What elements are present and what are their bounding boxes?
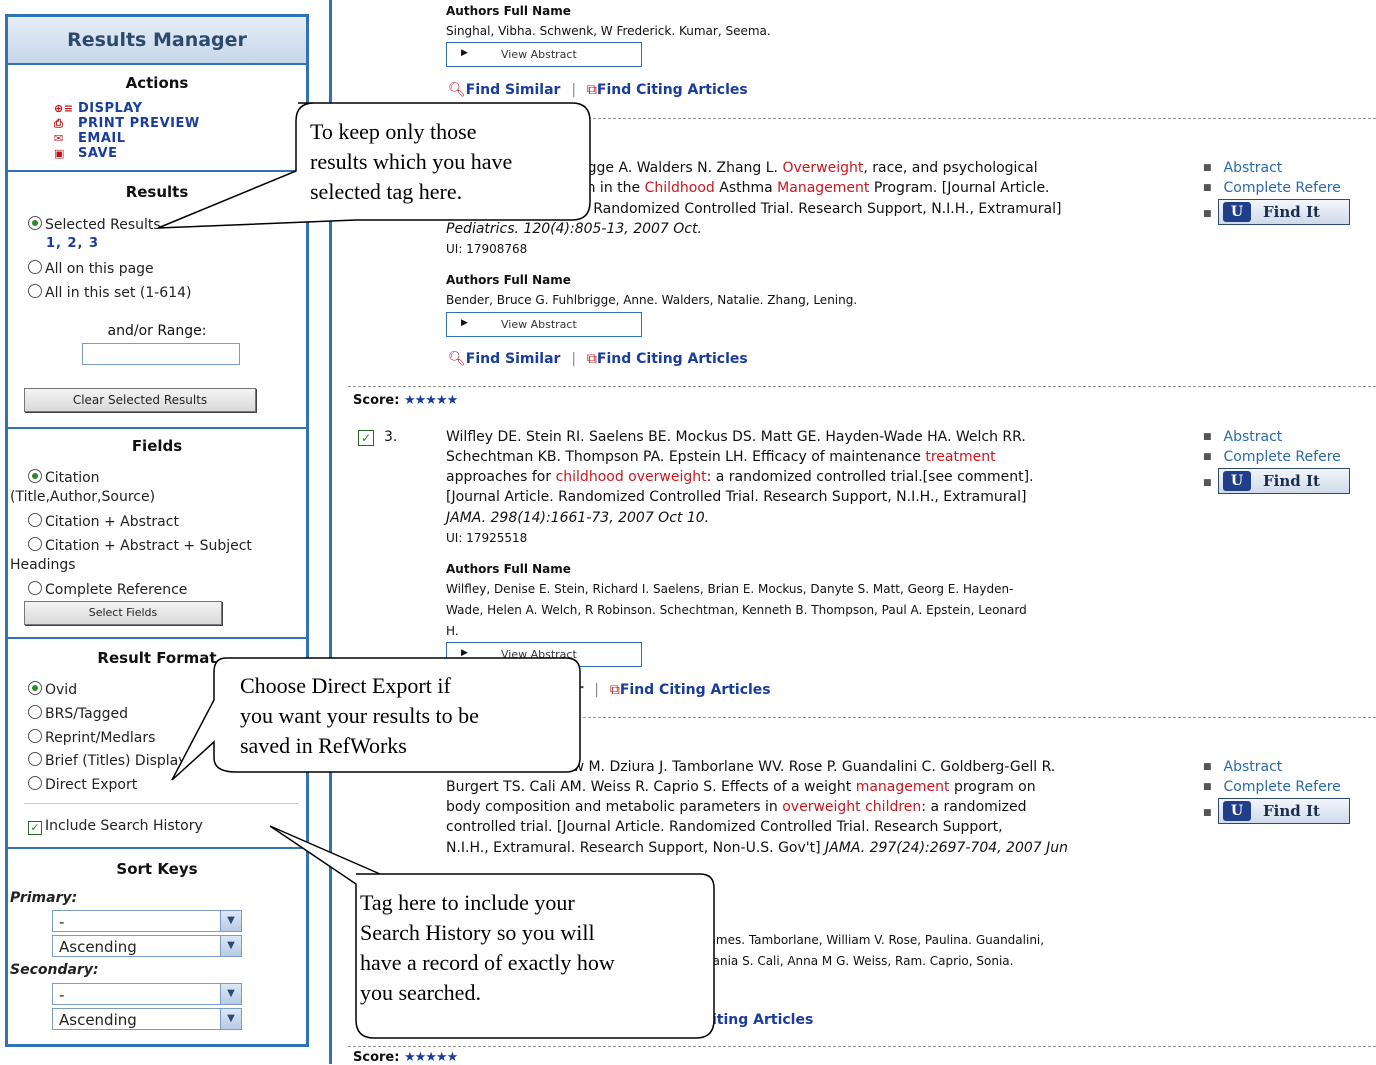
callout-text-search-history: Tag here to include your Search History … bbox=[360, 888, 615, 1008]
callout-line: results which you have bbox=[310, 149, 513, 174]
callout-shapes bbox=[157, 102, 715, 1039]
callout-text-tag-selected: To keep only those results which you hav… bbox=[310, 117, 512, 207]
callout-line: Tag here to include your bbox=[360, 890, 575, 915]
callout-line: saved in RefWorks bbox=[240, 733, 407, 758]
callout-line: Choose Direct Export if bbox=[240, 673, 451, 698]
callout-line: Search History so you will bbox=[360, 920, 595, 945]
callout-line: To keep only those bbox=[310, 119, 477, 144]
callout-text-direct-export: Choose Direct Export if you want your re… bbox=[240, 671, 479, 761]
callout-line: selected tag here. bbox=[310, 179, 463, 204]
callout-line: you want your results to be bbox=[240, 703, 479, 728]
callout-line: you searched. bbox=[360, 980, 481, 1005]
callout-line: have a record of exactly how bbox=[360, 950, 615, 975]
